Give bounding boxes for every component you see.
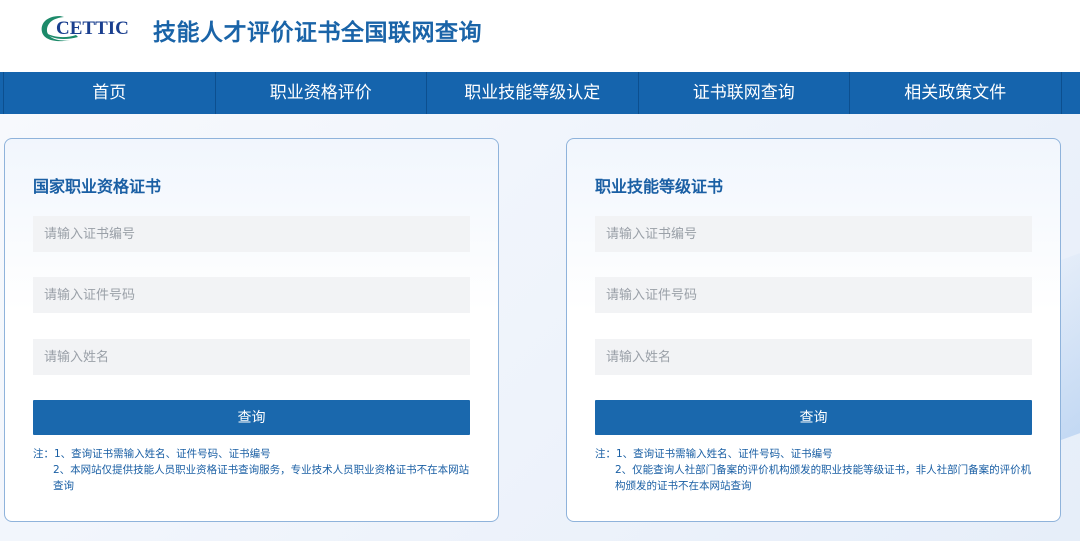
certificate-number-input[interactable] xyxy=(595,216,1032,252)
site-title: 技能人才评价证书全国联网查询 xyxy=(153,20,482,46)
name-input[interactable] xyxy=(33,339,470,375)
nav-item-policy-documents[interactable]: 相关政策文件 xyxy=(850,72,1062,114)
qualification-certificate-card: 国家职业资格证书 查询 注：1、查询证书需输入姓名、证件号码、证书编号 2、本网… xyxy=(4,138,499,522)
site-header: CETTIC 技能人才评价证书全国联网查询 xyxy=(0,0,1080,72)
query-button[interactable]: 查询 xyxy=(33,400,470,435)
nav-filler xyxy=(1062,72,1080,114)
nav-item-qualification-evaluation[interactable]: 职业资格评价 xyxy=(216,72,427,114)
note-line-2: 2、本网站仅提供技能人员职业资格证书查询服务，专业技术人员职业资格证书不在本网站… xyxy=(53,464,470,492)
nav-item-certificate-query[interactable]: 证书联网查询 xyxy=(639,72,850,114)
id-number-input[interactable] xyxy=(33,277,470,313)
cettic-logo[interactable]: CETTIC xyxy=(40,12,144,44)
skill-level-certificate-card: 职业技能等级证书 查询 注：1、查询证书需输入姓名、证件号码、证书编号 2、仅能… xyxy=(566,138,1061,522)
logo-text: CETTIC xyxy=(56,18,129,39)
nav-item-home[interactable]: 首页 xyxy=(4,72,216,114)
name-input[interactable] xyxy=(595,339,1032,375)
query-button[interactable]: 查询 xyxy=(595,400,1032,435)
certificate-number-input[interactable] xyxy=(33,216,470,252)
note-line-2: 2、仅能查询人社部门备案的评价机构颁发的职业技能等级证书，非人社部门备案的评价机… xyxy=(615,464,1032,492)
nav-item-skill-level-certification[interactable]: 职业技能等级认定 xyxy=(427,72,639,114)
query-note: 注：1、查询证书需输入姓名、证件号码、证书编号 2、本网站仅提供技能人员职业资格… xyxy=(33,446,473,494)
query-note: 注：1、查询证书需输入姓名、证件号码、证书编号 2、仅能查询人社部门备案的评价机… xyxy=(595,446,1035,494)
main-content: 国家职业资格证书 查询 注：1、查询证书需输入姓名、证件号码、证书编号 2、本网… xyxy=(0,114,1080,541)
card-title: 国家职业资格证书 xyxy=(33,177,162,196)
note-line-1: 注：1、查询证书需输入姓名、证件号码、证书编号 xyxy=(33,448,271,460)
note-line-1: 注：1、查询证书需输入姓名、证件号码、证书编号 xyxy=(595,448,833,460)
id-number-input[interactable] xyxy=(595,277,1032,313)
main-nav: 首页 职业资格评价 职业技能等级认定 证书联网查询 相关政策文件 xyxy=(0,72,1080,114)
card-title: 职业技能等级证书 xyxy=(595,177,724,196)
